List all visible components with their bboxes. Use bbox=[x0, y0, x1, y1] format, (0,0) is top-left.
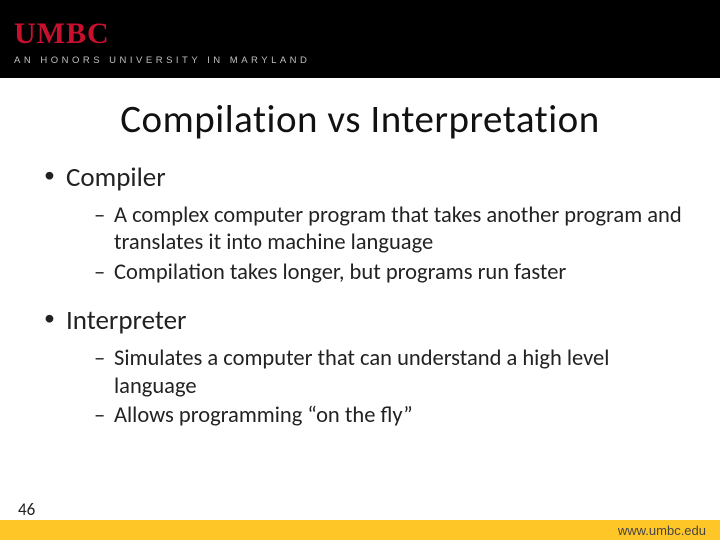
sub-list-item: Allows programming “on the fly” bbox=[94, 402, 690, 429]
sub-list-item: A complex computer program that takes an… bbox=[94, 202, 690, 257]
list-item-label: Interpreter bbox=[66, 304, 186, 337]
list-item-label: Compiler bbox=[66, 161, 166, 194]
footer-url: www.umbc.edu bbox=[618, 523, 706, 538]
logo: UMBC bbox=[14, 17, 706, 51]
slide: UMBC AN HONORS UNIVERSITY IN MARYLAND Co… bbox=[0, 0, 720, 540]
sub-list: A complex computer program that takes an… bbox=[66, 202, 690, 286]
list-item: Interpreter Simulates a computer that ca… bbox=[44, 304, 690, 429]
header-bar: UMBC AN HONORS UNIVERSITY IN MARYLAND bbox=[0, 0, 720, 78]
footer: 46 www.umbc.edu bbox=[0, 520, 720, 540]
logo-text: UMBC bbox=[14, 17, 110, 51]
footer-bar: www.umbc.edu bbox=[0, 520, 720, 540]
slide-body: Compilation vs Interpretation Compiler A… bbox=[0, 78, 720, 540]
sub-list-item: Compilation takes longer, but programs r… bbox=[94, 259, 690, 286]
page-number: 46 bbox=[18, 499, 35, 520]
tagline: AN HONORS UNIVERSITY IN MARYLAND bbox=[14, 55, 706, 66]
slide-title: Compilation vs Interpretation bbox=[30, 96, 690, 143]
bullet-list: Compiler A complex computer program that… bbox=[30, 161, 690, 430]
sub-list-item: Simulates a computer that can understand… bbox=[94, 345, 690, 400]
list-item: Compiler A complex computer program that… bbox=[44, 161, 690, 286]
sub-list: Simulates a computer that can understand… bbox=[66, 345, 690, 429]
